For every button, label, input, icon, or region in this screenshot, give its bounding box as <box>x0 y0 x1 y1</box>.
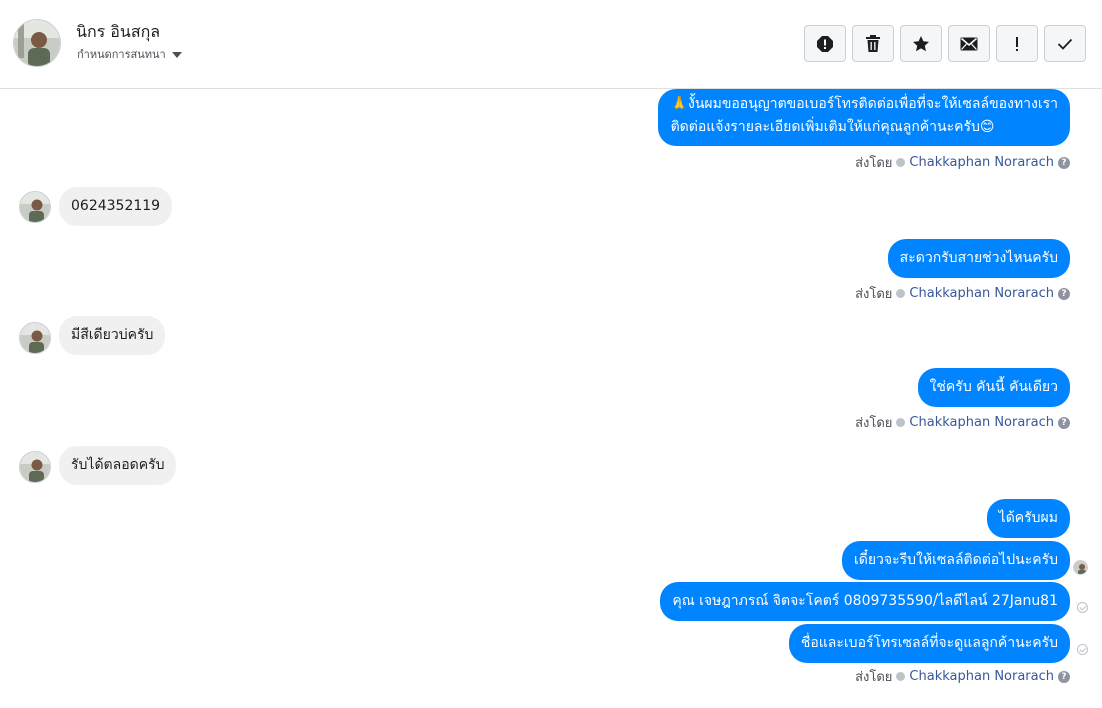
follow-up-button[interactable] <box>996 25 1038 62</box>
outgoing-message[interactable]: สะดวกรับสายช่วงไหนครับ <box>887 239 1070 278</box>
agent-name-link[interactable]: Chakkaphan Norarach <box>909 669 1054 684</box>
outgoing-message[interactable]: ชื่อและเบอร์โทรเซลล์ที่จะดูแลลูกค้านะครั… <box>788 624 1070 663</box>
contact-avatar-small[interactable] <box>19 322 51 354</box>
contact-avatar[interactable] <box>13 19 61 67</box>
message-thread[interactable]: 🙏งั้นผมขออนุญาตขอเบอร์โทรติดต่อเพื่อที่จ… <box>0 89 1102 708</box>
trash-icon <box>866 34 880 52</box>
star-button[interactable] <box>900 25 942 62</box>
outgoing-message[interactable]: เดี๋ยวจะรีบให้เซลล์ติดต่อไปนะครับ <box>841 541 1070 580</box>
help-icon[interactable]: ? <box>1058 670 1070 683</box>
star-icon <box>913 35 929 51</box>
sent-by-label: ส่งโดย <box>855 156 893 171</box>
sent-status-icon <box>896 672 906 681</box>
mail-icon <box>960 37 978 50</box>
caret-down-icon <box>171 51 182 58</box>
contact-name: นิกร อินสกุล <box>76 22 161 41</box>
contact-avatar-small[interactable] <box>19 451 51 483</box>
outgoing-message[interactable]: 🙏งั้นผมขออนุญาตขอเบอร์โทรติดต่อเพื่อที่จ… <box>657 89 1070 146</box>
sent-status-icon <box>896 158 906 167</box>
checkmark-icon <box>1057 38 1073 50</box>
mark-done-button[interactable] <box>1044 25 1086 62</box>
conversation-settings-label: กำหนดการสนทนา <box>77 48 166 61</box>
outgoing-message[interactable]: ได้ครับผม <box>986 499 1070 538</box>
mark-unread-button[interactable] <box>948 25 990 62</box>
sent-by-label: ส่งโดย <box>855 416 893 431</box>
sent-by-row: ส่งโดย Chakkaphan Norarach ? <box>855 152 1070 173</box>
conversation-toolbar <box>804 25 1086 62</box>
help-icon[interactable]: ? <box>1058 156 1070 169</box>
sent-by-label: ส่งโดย <box>855 287 893 302</box>
help-icon[interactable]: ? <box>1058 416 1070 429</box>
message-line: ติดต่อแจ้งรายละเอียดเพิ่มเติมให้แก่คุณลู… <box>670 119 995 135</box>
sent-by-label: ส่งโดย <box>855 670 893 685</box>
incoming-message[interactable]: รับได้ตลอดครับ <box>59 446 177 485</box>
conversation-settings-dropdown[interactable]: กำหนดการสนทนา <box>77 45 182 63</box>
delivered-check-icon <box>1077 602 1088 613</box>
outgoing-message[interactable]: ใช่ครับ คันนี้ คันเดียว <box>917 368 1070 407</box>
delete-button[interactable] <box>852 25 894 62</box>
seen-by-avatar <box>1073 560 1088 575</box>
incoming-message[interactable]: มีสีเดียวบ่ครับ <box>59 316 166 355</box>
mark-spam-button[interactable] <box>804 25 846 62</box>
delivered-check-icon <box>1077 644 1088 655</box>
agent-name-link[interactable]: Chakkaphan Norarach <box>909 155 1054 170</box>
help-icon[interactable]: ? <box>1058 287 1070 300</box>
sent-status-icon <box>896 289 906 298</box>
outgoing-message[interactable]: คุณ เจษฎาภรณ์ จิตจะโคตร์ 0809735590/ไลดี… <box>660 582 1070 621</box>
spam-icon <box>817 35 833 52</box>
sent-status-icon <box>896 418 906 427</box>
contact-avatar-small[interactable] <box>19 191 51 223</box>
agent-name-link[interactable]: Chakkaphan Norarach <box>909 415 1054 430</box>
exclamation-icon <box>1016 36 1018 51</box>
conversation-header: นิกร อินสกุล กำหนดการสนทนา <box>0 0 1102 89</box>
agent-name-link[interactable]: Chakkaphan Norarach <box>909 286 1054 301</box>
sent-by-row: ส่งโดย Chakkaphan Norarach ? <box>855 412 1070 433</box>
message-line: 🙏งั้นผมขออนุญาตขอเบอร์โทรติดต่อเพื่อที่จ… <box>670 96 1058 112</box>
sent-by-row: ส่งโดย Chakkaphan Norarach ? <box>855 283 1070 304</box>
incoming-message[interactable]: 0624352119 <box>59 187 173 226</box>
sent-by-row: ส่งโดย Chakkaphan Norarach ? <box>855 666 1070 687</box>
